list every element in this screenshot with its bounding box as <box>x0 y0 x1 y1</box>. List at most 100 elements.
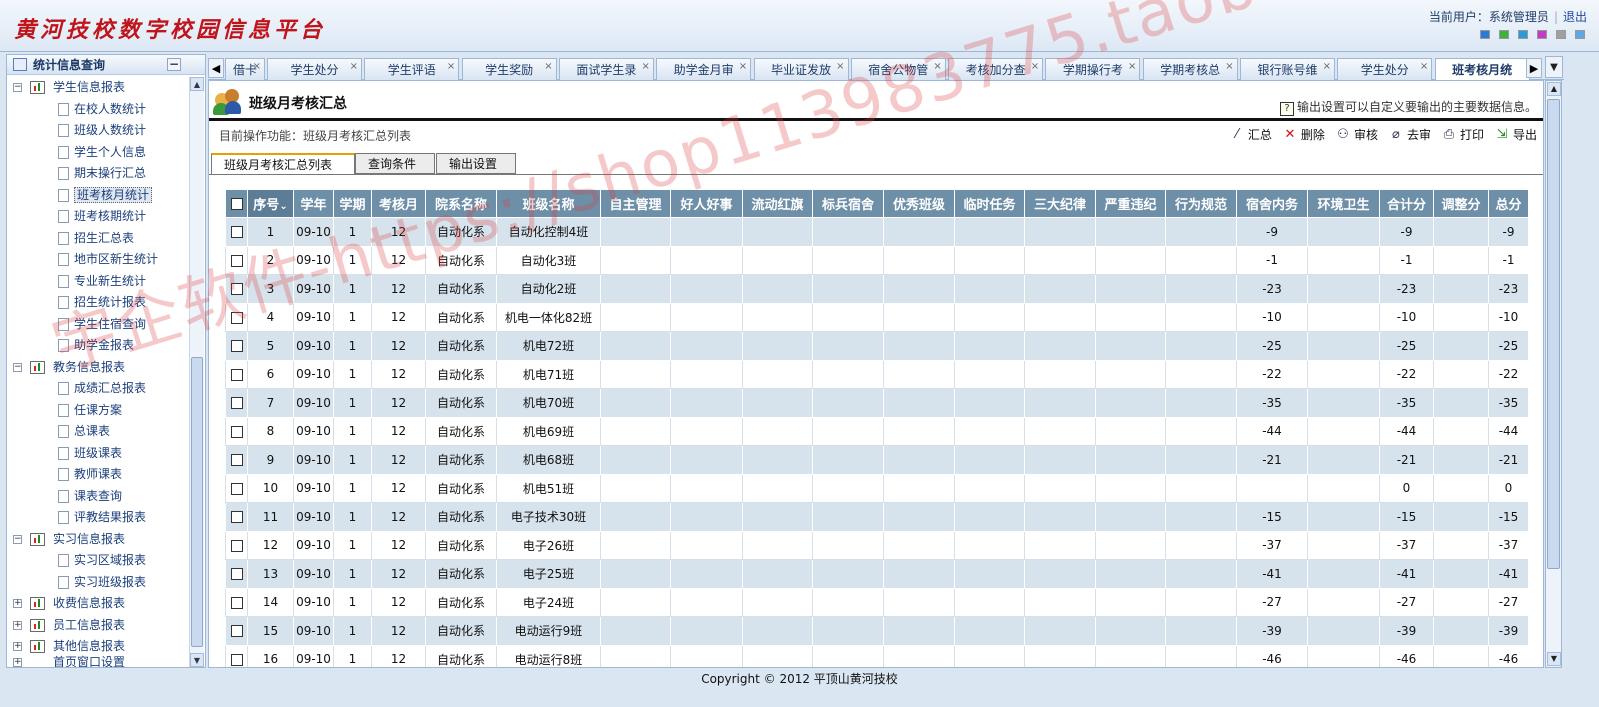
expand-node-icon[interactable]: + <box>13 599 22 608</box>
tab-menu-icon[interactable]: ▼ <box>1545 56 1563 78</box>
row-checkbox[interactable] <box>230 254 243 267</box>
tab-7[interactable]: 宿舍公物管 × <box>850 58 946 80</box>
table-row[interactable]: 16 09-10 1 12 自动化系 电动运行8班 -46 -46 -46 <box>225 644 1528 667</box>
sidebar-item[interactable]: 班考核月统计 <box>7 185 191 207</box>
row-checkbox-cell[interactable] <box>225 217 248 247</box>
row-checkbox-cell[interactable] <box>225 388 248 418</box>
approve-button[interactable]: ⚇ 审核 <box>1335 126 1378 143</box>
column-header[interactable]: 三大纪律 <box>1024 189 1096 218</box>
subtab-0[interactable]: 班级月考核汇总列表 <box>211 153 355 175</box>
theme-color-swatch[interactable] <box>1499 30 1509 39</box>
sidebar-item[interactable]: 总课表 <box>7 421 191 443</box>
close-icon[interactable]: × <box>1420 59 1428 78</box>
sidebar-group-2[interactable]: − 实习信息报表 <box>7 529 191 551</box>
close-icon[interactable]: × <box>1031 59 1039 78</box>
sidebar-item[interactable]: 学生个人信息 <box>7 142 191 164</box>
row-checkbox-cell[interactable] <box>225 416 248 446</box>
row-checkbox[interactable] <box>230 226 243 239</box>
summary-button[interactable]: ⁄ 汇总 <box>1229 126 1272 143</box>
column-header[interactable]: 严重违纪 <box>1095 189 1166 218</box>
tab-6[interactable]: 毕业证发放 × <box>753 58 849 80</box>
sidebar-item[interactable]: 招生汇总表 <box>7 228 191 250</box>
close-icon[interactable]: × <box>447 59 455 78</box>
tab-0[interactable]: 借卡 × <box>225 58 265 80</box>
unapprove-button[interactable]: ⌀ 去审 <box>1388 126 1431 143</box>
table-row[interactable]: 4 09-10 1 12 自动化系 机电一体化82班 -10 -10 -10 <box>225 302 1528 332</box>
sidebar-group-4[interactable]: + 员工信息报表 <box>7 615 191 637</box>
tab-3[interactable]: 学生奖励 × <box>461 58 557 80</box>
row-checkbox-cell[interactable] <box>225 587 248 617</box>
collapse-node-icon[interactable]: − <box>13 83 22 92</box>
sidebar-group-partial[interactable]: + 首页窗口设置 <box>7 652 191 667</box>
sidebar-item[interactable]: 实习区域报表 <box>7 550 191 572</box>
sidebar-group-0[interactable]: − 学生信息报表 <box>7 77 191 99</box>
row-checkbox-cell[interactable] <box>225 644 248 667</box>
scroll-thumb[interactable] <box>1547 99 1560 569</box>
column-header[interactable]: 序号⌄ <box>247 189 294 218</box>
row-checkbox[interactable] <box>230 340 243 353</box>
tab-13[interactable]: 班考核月统 <box>1434 58 1530 81</box>
close-icon[interactable]: × <box>836 59 844 78</box>
tab-12[interactable]: 学生处分 × <box>1337 58 1433 80</box>
column-header[interactable]: 优秀班级 <box>883 189 955 218</box>
row-checkbox-cell[interactable] <box>225 245 248 275</box>
table-row[interactable]: 7 09-10 1 12 自动化系 机电70班 -35 -35 -35 <box>225 388 1528 418</box>
select-all-checkbox-cell[interactable] <box>225 189 248 218</box>
scroll-up-icon[interactable]: ▲ <box>1547 82 1561 96</box>
sidebar-group-3[interactable]: + 收费信息报表 <box>7 593 191 615</box>
column-header[interactable]: 环境卫生 <box>1307 189 1380 218</box>
column-header[interactable]: 宿舍内务 <box>1236 189 1308 218</box>
tab-10[interactable]: 学期考核总 × <box>1142 58 1238 80</box>
close-icon[interactable]: × <box>739 59 747 78</box>
theme-color-swatch[interactable] <box>1480 30 1490 39</box>
table-row[interactable]: 1 09-10 1 12 自动化系 自动化控制4班 -9 -9 -9 <box>225 217 1528 247</box>
tab-scroll-right-icon[interactable]: ▶ <box>1526 58 1542 78</box>
row-checkbox[interactable] <box>230 454 243 467</box>
row-checkbox-cell[interactable] <box>225 616 248 646</box>
column-header[interactable]: 流动红旗 <box>742 189 813 218</box>
scroll-thumb[interactable] <box>191 357 203 647</box>
table-row[interactable]: 13 09-10 1 12 自动化系 电子25班 -41 -41 -41 <box>225 559 1528 589</box>
row-checkbox[interactable] <box>230 425 243 438</box>
table-row[interactable]: 6 09-10 1 12 自动化系 机电71班 -22 -22 -22 <box>225 359 1528 389</box>
sidebar-item[interactable]: 班级课表 <box>7 443 191 465</box>
row-checkbox-cell[interactable] <box>225 331 248 361</box>
row-checkbox-cell[interactable] <box>225 473 248 503</box>
row-checkbox-cell[interactable] <box>225 502 248 532</box>
tab-scroll-left-icon[interactable]: ◀ <box>208 58 224 78</box>
select-all-checkbox[interactable] <box>230 197 243 210</box>
row-checkbox[interactable] <box>230 368 243 381</box>
close-icon[interactable]: × <box>350 59 358 78</box>
sidebar-scrollbar[interactable]: ▲ ▼ <box>189 77 204 667</box>
sidebar-item[interactable]: 期末操行汇总 <box>7 163 191 185</box>
expand-node-icon[interactable]: + <box>13 620 22 630</box>
print-button[interactable]: ⎙ 打印 <box>1441 126 1484 143</box>
scroll-up-icon[interactable]: ▲ <box>190 77 204 91</box>
row-checkbox-cell[interactable] <box>225 445 248 475</box>
sidebar-item[interactable]: 成绩汇总报表 <box>7 378 191 400</box>
row-checkbox[interactable] <box>230 568 243 581</box>
sidebar-group-1[interactable]: − 教务信息报表 <box>7 357 191 379</box>
row-checkbox[interactable] <box>230 511 243 524</box>
table-row[interactable]: 11 09-10 1 12 自动化系 电子技术30班 -15 -15 -15 <box>225 502 1528 532</box>
theme-color-swatch[interactable] <box>1556 30 1566 39</box>
column-header[interactable]: 调整分 <box>1433 189 1489 218</box>
row-checkbox[interactable] <box>230 539 243 552</box>
table-row[interactable]: 12 09-10 1 12 自动化系 电子26班 -37 -37 -37 <box>225 530 1528 560</box>
table-row[interactable]: 15 09-10 1 12 自动化系 电动运行9班 -39 -39 -39 <box>225 616 1528 646</box>
export-button[interactable]: ⇲ 导出 <box>1494 126 1537 143</box>
table-row[interactable]: 10 09-10 1 12 自动化系 机电51班 0 0 <box>225 473 1528 503</box>
column-header[interactable]: 合计分 <box>1379 189 1434 218</box>
close-icon[interactable]: × <box>1128 59 1136 78</box>
row-checkbox[interactable] <box>230 596 243 609</box>
close-icon[interactable]: × <box>642 59 650 78</box>
collapse-icon[interactable]: − <box>167 58 181 71</box>
row-checkbox[interactable] <box>230 397 243 410</box>
sidebar-item[interactable]: 学生住宿查询 <box>7 314 191 336</box>
table-row[interactable]: 5 09-10 1 12 自动化系 机电72班 -25 -25 -25 <box>225 331 1528 361</box>
theme-color-swatch[interactable] <box>1575 30 1585 39</box>
column-header[interactable]: 学年 <box>293 189 334 218</box>
row-checkbox-cell[interactable] <box>225 274 248 304</box>
subtab-1[interactable]: 查询条件 <box>355 153 435 174</box>
collapse-node-icon[interactable]: − <box>13 534 22 544</box>
